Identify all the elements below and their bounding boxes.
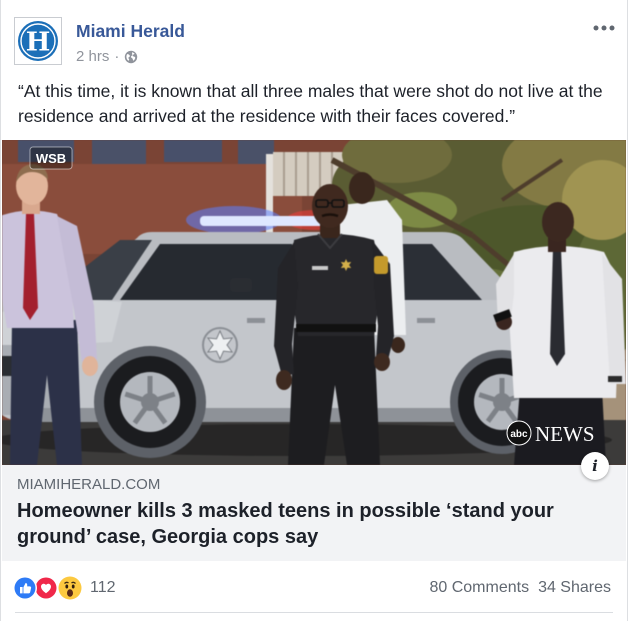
globe-icon[interactable] (124, 50, 138, 64)
link-preview-card[interactable]: MIAMIHERALD.COM Homeowner kills 3 masked… (2, 465, 626, 561)
page-avatar[interactable]: H (14, 17, 62, 65)
engagement-stats: 80 Comments 34 Shares (429, 578, 611, 598)
meta-separator: · (114, 48, 120, 65)
love-icon[interactable] (34, 576, 58, 600)
more-options-icon[interactable] (593, 25, 615, 31)
link-domain: MIAMIHERALD.COM (17, 476, 161, 493)
like-icon[interactable] (13, 576, 37, 600)
wow-icon[interactable] (57, 575, 83, 601)
link-headline[interactable]: Homeowner kills 3 masked teens in possib… (17, 498, 607, 550)
abc-news-watermark: abc NEWS (506, 420, 595, 446)
photo-watermarks: WSB abc NEWS (29, 146, 595, 446)
comments-count-link[interactable]: 80 Comments (429, 578, 529, 598)
miami-herald-logo-icon: H (14, 17, 62, 65)
shares-count-link[interactable]: 34 Shares (538, 578, 611, 598)
abc-logo-text: abc (510, 429, 528, 440)
news-logo-text: NEWS (535, 422, 595, 446)
reaction-count[interactable]: 112 (90, 578, 116, 598)
post-meta: 2 hrs · (76, 48, 138, 66)
logo-letter: H (26, 28, 51, 58)
wsb-watermark: WSB (29, 146, 73, 170)
info-button[interactable]: i (581, 452, 609, 480)
link-preview-image[interactable]: WSB abc NEWS (2, 140, 626, 465)
wsb-watermark-text: WSB (36, 151, 66, 166)
actions-divider (15, 612, 613, 613)
page-name-link[interactable]: Miami Herald (76, 21, 185, 42)
timestamp-link[interactable]: 2 hrs (76, 48, 109, 66)
post-message: “At this time, it is known that all thre… (18, 81, 603, 126)
